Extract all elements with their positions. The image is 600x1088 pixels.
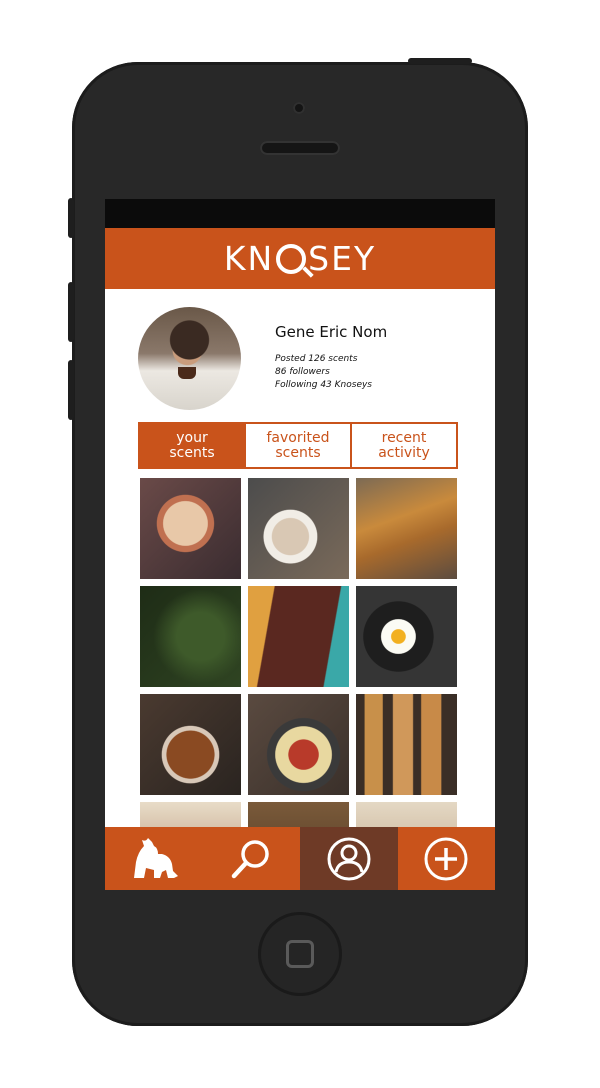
avatar[interactable] (138, 307, 241, 410)
mute-switch (68, 198, 74, 238)
photo-tile-coffee-cup[interactable] (248, 478, 349, 579)
tab-label-line2: scents (169, 444, 215, 461)
photo-tile-pine-branches[interactable] (140, 586, 241, 687)
photo-tile-dessert-casserole[interactable] (140, 478, 241, 579)
logo-text-start: KN (223, 239, 275, 278)
photo-tile-braided-pastry[interactable] (140, 694, 241, 795)
profile-tabs: your scents favorited scents recent activit… (138, 422, 458, 469)
power-button (408, 58, 472, 64)
dog-icon (133, 837, 178, 878)
home-square-icon (286, 940, 314, 968)
app-screen: KN SEY Gene Eric Nom Posted 126 scents 86… (105, 199, 495, 890)
photo-tile-glazed-ribs[interactable] (248, 586, 349, 687)
status-bar (105, 199, 495, 228)
earpiece-speaker (260, 141, 340, 155)
tab-label-line1: recent (381, 429, 427, 446)
add-icon (424, 837, 468, 880)
photo-tile-fried-egg-pan[interactable] (356, 586, 457, 687)
home-button[interactable] (258, 912, 342, 996)
tab-label-line2: activity (378, 444, 430, 461)
tab-recent-activity[interactable]: recent activity (352, 422, 458, 469)
tab-label-line1: your (176, 429, 208, 446)
volume-down-button (68, 360, 74, 420)
photo-tile-pumpkin-pie[interactable] (356, 478, 457, 579)
volume-up-button (68, 282, 74, 342)
tab-your-scents[interactable]: your scents (138, 422, 246, 469)
photo-tile-baguettes[interactable] (356, 694, 457, 795)
logo-text-end: SEY (308, 239, 377, 278)
nav-add[interactable] (398, 827, 496, 890)
nav-home[interactable] (105, 827, 203, 890)
tab-favorited-scents[interactable]: favorited scents (246, 422, 352, 469)
knosey-logo[interactable]: KN SEY (224, 239, 376, 278)
photo-tile-sausage-pasta[interactable] (248, 694, 349, 795)
nav-search[interactable] (203, 827, 301, 890)
front-camera (293, 102, 305, 114)
coffee-cup-shape (178, 367, 196, 379)
app-header: KN SEY (105, 228, 495, 289)
posted-count: Posted 126 scents (275, 354, 358, 364)
magnifier-o-icon (276, 244, 307, 274)
profile-icon (327, 837, 371, 880)
search-icon (232, 839, 269, 878)
tab-label-line2: scents (275, 444, 321, 461)
tab-label-line1: favorited (266, 429, 330, 446)
followers-count[interactable]: 86 followers (275, 366, 372, 379)
bottom-nav (105, 827, 495, 890)
profile-name: Gene Eric Nom (275, 323, 388, 341)
profile-stats: Posted 126 scents 86 followers Following… (275, 353, 372, 392)
following-count[interactable]: Following 43 Knoseys (275, 379, 372, 392)
nav-profile[interactable] (300, 827, 398, 890)
